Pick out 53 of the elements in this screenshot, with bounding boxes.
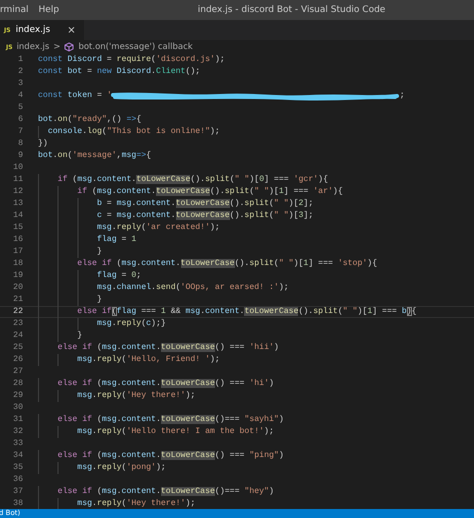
line-number: 31 bbox=[12, 414, 23, 426]
line-number: 11 bbox=[12, 174, 23, 186]
line-number: 2 bbox=[17, 66, 23, 78]
line-number: 1 bbox=[17, 54, 23, 66]
line-number: 30 bbox=[12, 402, 23, 414]
code-line: bot.on('message',msg=>{ bbox=[38, 150, 152, 162]
line-number: 9 bbox=[17, 150, 23, 162]
line-number: 23 bbox=[12, 318, 23, 330]
line-number: 27 bbox=[12, 366, 23, 378]
breadcrumb-item[interactable]: bot.on('message') callback bbox=[78, 42, 193, 52]
line-number: 34 bbox=[12, 450, 23, 462]
line-number: 21 bbox=[12, 294, 23, 306]
line-number: 38 bbox=[12, 498, 23, 509]
code-line: const token = ' bbox=[38, 90, 112, 102]
close-icon[interactable]: × bbox=[67, 24, 76, 36]
line-number: 6 bbox=[17, 114, 23, 126]
line-number: 8 bbox=[17, 138, 23, 150]
line-number: 17 bbox=[12, 246, 23, 258]
line-number: 5 bbox=[17, 102, 23, 114]
line-number: 20 bbox=[12, 282, 23, 294]
line-number: 29 bbox=[12, 390, 23, 402]
line-number: 14 bbox=[12, 210, 23, 222]
line-number: 10 bbox=[12, 162, 23, 174]
code-line: const Discord = require('discord.js'); bbox=[38, 54, 225, 66]
cube-icon bbox=[64, 42, 74, 52]
line-number: 24 bbox=[12, 330, 23, 342]
line-number: 37 bbox=[12, 486, 23, 498]
menu-item[interactable]: Help bbox=[38, 5, 66, 15]
line-number: 32 bbox=[12, 426, 23, 438]
code-line: const bot = new Discord.Client(); bbox=[38, 66, 200, 78]
line-number: 7 bbox=[17, 126, 23, 138]
window-title: index.js - discord Bot - Visual Studio Code bbox=[196, 5, 386, 15]
line-number: 12 bbox=[12, 186, 23, 198]
line-number: 13 bbox=[12, 198, 23, 210]
line-number: 22 bbox=[12, 306, 23, 318]
code-line: ; bbox=[400, 90, 405, 102]
line-number: 4 bbox=[17, 90, 23, 102]
breadcrumb-separator: > bbox=[53, 42, 60, 52]
line-number: 36 bbox=[12, 474, 23, 486]
line-number: 16 bbox=[12, 234, 23, 246]
line-number: 28 bbox=[12, 378, 23, 390]
line-number: 19 bbox=[12, 270, 23, 282]
menu-item[interactable]: rminal bbox=[0, 5, 35, 15]
line-number: 3 bbox=[17, 78, 23, 90]
line-number: 33 bbox=[12, 438, 23, 450]
breadcrumb-item[interactable]: index.js bbox=[16, 42, 50, 52]
line-number: 26 bbox=[12, 354, 23, 366]
line-number: 18 bbox=[12, 258, 23, 270]
line-number: 35 bbox=[12, 462, 23, 474]
line-number: 15 bbox=[12, 222, 23, 234]
line-number: 25 bbox=[12, 342, 23, 354]
code-line: bot.on("ready",() =>{ bbox=[38, 114, 142, 126]
code-line: }) bbox=[38, 138, 48, 150]
